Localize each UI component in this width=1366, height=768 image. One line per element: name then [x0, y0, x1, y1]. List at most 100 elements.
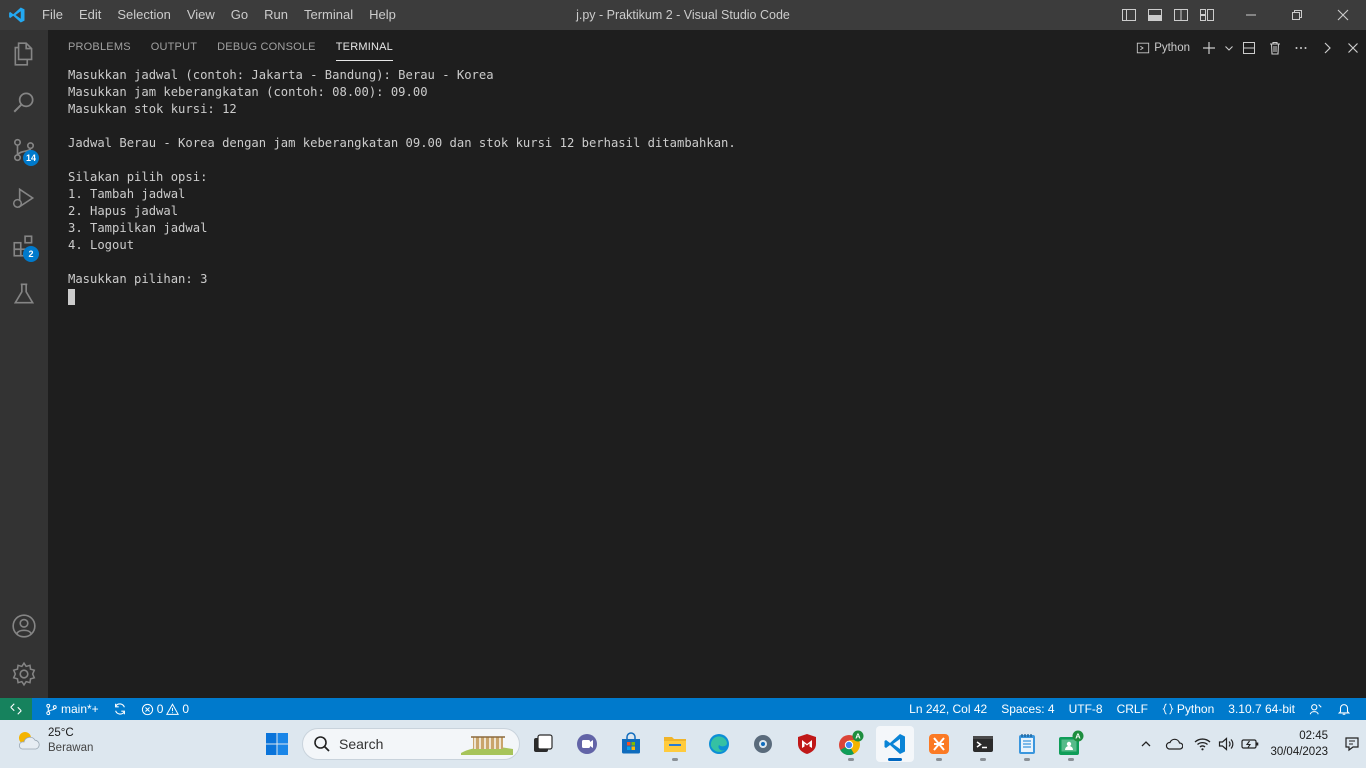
- chevron-down-icon[interactable]: [1222, 30, 1236, 65]
- terminal-output[interactable]: Masukkan jadwal (contoh: Jakarta - Bandu…: [68, 67, 736, 305]
- task-view-app[interactable]: [524, 726, 562, 762]
- start-button[interactable]: [258, 726, 296, 762]
- taskbar-search[interactable]: Search: [302, 728, 520, 760]
- problems-indicator[interactable]: 0 0: [134, 698, 196, 720]
- battery-charging-icon[interactable]: [1238, 720, 1262, 768]
- terminal-app[interactable]: [964, 726, 1002, 762]
- partly-cloudy-icon: [18, 732, 40, 750]
- notepad-app[interactable]: [1008, 726, 1046, 762]
- tab-debug-console[interactable]: DEBUG CONSOLE: [217, 30, 316, 65]
- sync-icon[interactable]: [106, 702, 134, 716]
- toggle-primary-sidebar-icon[interactable]: [1116, 0, 1142, 30]
- xampp-app[interactable]: [920, 726, 958, 762]
- clock-time: 02:45: [1299, 730, 1328, 742]
- search-placeholder: Search: [339, 736, 384, 752]
- tab-problems[interactable]: PROBLEMS: [68, 30, 131, 65]
- search-icon[interactable]: [0, 78, 48, 126]
- indentation[interactable]: Spaces: 4: [994, 698, 1061, 720]
- notification-center-icon[interactable]: [1338, 720, 1366, 768]
- menu-file[interactable]: File: [34, 0, 71, 30]
- encoding[interactable]: UTF-8: [1062, 698, 1110, 720]
- braces-icon: [1162, 703, 1174, 715]
- vscode-taskbar-icon: [884, 734, 905, 754]
- menu-selection[interactable]: Selection: [109, 0, 178, 30]
- system-tray: 02:45 30/04/2023: [1134, 720, 1366, 768]
- wifi-icon[interactable]: [1190, 720, 1214, 768]
- split-terminal-icon[interactable]: [1236, 30, 1262, 65]
- branch-indicator[interactable]: main*+: [38, 698, 106, 720]
- git-branch-icon: [46, 703, 57, 715]
- app-indicator: [936, 758, 942, 761]
- accounts-icon[interactable]: [0, 602, 48, 650]
- extensions-icon[interactable]: 2: [0, 222, 48, 270]
- close-panel-icon[interactable]: [1340, 30, 1366, 65]
- tab-terminal[interactable]: TERMINAL: [335, 30, 394, 65]
- panel-tabs: PROBLEMS OUTPUT DEBUG CONSOLE TERMINAL: [58, 30, 403, 65]
- toggle-panel-icon[interactable]: [1142, 0, 1168, 30]
- language-mode[interactable]: Python: [1155, 698, 1221, 720]
- title-controls: [1116, 0, 1366, 30]
- menu-view[interactable]: View: [179, 0, 223, 30]
- menu-run[interactable]: Run: [256, 0, 296, 30]
- mcafee-app[interactable]: [788, 726, 826, 762]
- weather-temp: 25°C: [48, 727, 74, 739]
- new-terminal-icon[interactable]: [1196, 30, 1222, 65]
- trash-icon[interactable]: [1262, 30, 1288, 65]
- remote-indicator-icon[interactable]: [0, 698, 32, 720]
- menu-edit[interactable]: Edit: [71, 0, 109, 30]
- more-actions-icon[interactable]: [1288, 30, 1314, 65]
- feedback-icon[interactable]: [1302, 702, 1330, 716]
- tab-output[interactable]: OUTPUT: [151, 30, 197, 65]
- terminal-line: 2. Hapus jadwal: [68, 204, 179, 218]
- clock-date: 30/04/2023: [1270, 746, 1328, 758]
- svg-text:A: A: [1075, 732, 1081, 741]
- python-interpreter[interactable]: 3.10.7 64-bit: [1221, 698, 1302, 720]
- terminal-line: Masukkan stok kursi: 12: [68, 102, 237, 116]
- menu-go[interactable]: Go: [223, 0, 256, 30]
- warning-icon: [166, 702, 180, 715]
- app-indicator: [848, 758, 854, 761]
- maximize-panel-icon[interactable]: [1314, 30, 1340, 65]
- edge-app[interactable]: [700, 726, 738, 762]
- chrome-app[interactable]: A: [832, 726, 870, 762]
- teams-chat-app[interactable]: [568, 726, 606, 762]
- source-control-icon[interactable]: 14: [0, 126, 48, 174]
- language-name: Python: [1176, 702, 1215, 716]
- windows-taskbar: 25°C Berawan Search A A 02:45 30/04/2023: [0, 720, 1366, 768]
- onedrive-cloud-icon[interactable]: [1158, 720, 1190, 768]
- menu-terminal[interactable]: Terminal: [296, 0, 361, 30]
- edge-browser-icon: [709, 734, 729, 754]
- toggle-secondary-sidebar-icon[interactable]: [1168, 0, 1194, 30]
- cursor-position[interactable]: Ln 242, Col 42: [902, 698, 994, 720]
- volume-speaker-icon[interactable]: [1214, 720, 1238, 768]
- terminal-profile-label[interactable]: Python: [1136, 41, 1196, 55]
- end-of-line[interactable]: CRLF: [1110, 698, 1155, 720]
- notifications-bell-icon[interactable]: [1330, 702, 1358, 716]
- minimize-button[interactable]: [1228, 0, 1274, 30]
- classroom-app[interactable]: A: [1052, 726, 1090, 762]
- clock[interactable]: 02:45 30/04/2023: [1262, 728, 1338, 760]
- vscode-app[interactable]: [876, 726, 914, 762]
- microsoft-store-app[interactable]: [612, 726, 650, 762]
- weather-widget[interactable]: 25°C Berawan: [14, 726, 93, 756]
- testing-icon[interactable]: [0, 270, 48, 318]
- customize-layout-icon[interactable]: [1194, 0, 1220, 30]
- restore-button[interactable]: [1274, 0, 1320, 30]
- run-and-debug-icon[interactable]: [0, 174, 48, 222]
- menu-help[interactable]: Help: [361, 0, 404, 30]
- show-hidden-icons-chevron-up-icon[interactable]: [1134, 720, 1158, 768]
- notepad-icon: [1019, 734, 1035, 754]
- windows-logo-icon: [266, 733, 288, 755]
- settings-app[interactable]: [744, 726, 782, 762]
- manage-gear-icon[interactable]: [0, 650, 48, 698]
- google-classroom-icon: A: [1059, 730, 1084, 755]
- folder-icon: [664, 737, 686, 752]
- vscode-logo-icon[interactable]: [8, 6, 26, 24]
- file-explorer-app[interactable]: [656, 726, 694, 762]
- chat-icon: [577, 734, 597, 754]
- app-indicator: [1024, 758, 1030, 761]
- close-window-button[interactable]: [1320, 0, 1366, 30]
- explorer-icon[interactable]: [0, 30, 48, 78]
